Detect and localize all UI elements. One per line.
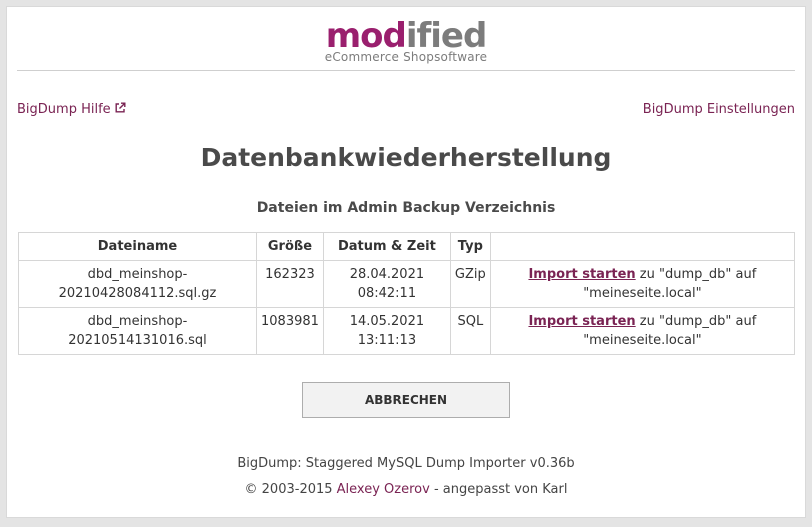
cell-size: 1083981 xyxy=(256,307,324,355)
header-datetime: Datum & Zeit xyxy=(322,232,451,261)
header-divider xyxy=(17,70,795,71)
page-subtitle: Dateien im Admin Backup Verzeichnis xyxy=(256,200,556,216)
action-target: "meineseite.local" xyxy=(583,286,702,301)
cell-date: 28.04.2021 xyxy=(349,267,425,282)
header-action xyxy=(489,232,796,261)
logo: modified eCommerce Shopsoftware xyxy=(7,17,805,64)
action-text: zu "dump_db" auf xyxy=(635,314,757,329)
page-title: Datenbankwiederherstellung xyxy=(200,143,612,172)
cell-datetime: 14.05.2021 13:11:13 xyxy=(322,307,451,355)
footer-copyright: © 2003-2015 Alexey Ozerov - angepasst vo… xyxy=(7,482,805,497)
import-start-link[interactable]: Import starten xyxy=(528,314,635,329)
header-type: Typ xyxy=(449,232,491,261)
copyright-text: © 2003-2015 xyxy=(244,482,337,497)
cell-action: Import starten zu "dump_db" auf "meinesei… xyxy=(489,307,796,355)
filename-line2: 20210428084112.sql.gz xyxy=(58,286,217,301)
table-row: dbd_meinshop-20210514131016.sql 1083981 … xyxy=(18,307,796,355)
cell-time: 13:11:13 xyxy=(357,333,417,348)
cell-date: 14.05.2021 xyxy=(349,314,425,329)
backup-files-table: Dateiname Größe Datum & Zeit Typ dbd_mei… xyxy=(18,232,796,355)
cell-filename: dbd_meinshop- 20210428084112.sql.gz xyxy=(18,260,257,308)
header-size: Größe xyxy=(256,232,324,261)
table-header-row: Dateiname Größe Datum & Zeit Typ xyxy=(18,232,796,261)
footer-version: BigDump: Staggered MySQL Dump Importer v… xyxy=(237,456,575,471)
header-filename: Dateiname xyxy=(18,232,257,261)
cell-size: 162323 xyxy=(256,260,324,308)
copyright-suffix: - angepasst von Karl xyxy=(429,482,568,497)
cell-type: SQL xyxy=(449,307,491,355)
author-link[interactable]: Alexey Ozerov xyxy=(337,482,430,497)
import-start-link[interactable]: Import starten xyxy=(528,267,635,282)
cell-filename: dbd_meinshop-20210514131016.sql xyxy=(18,307,257,355)
bigdump-settings-link[interactable]: BigDump Einstellungen xyxy=(643,102,795,117)
cancel-button[interactable]: ABBRECHEN xyxy=(302,382,510,418)
action-text: zu "dump_db" auf xyxy=(635,267,757,282)
bigdump-help-link[interactable]: BigDump Hilfe xyxy=(17,102,126,118)
main-panel: modified eCommerce Shopsoftware BigDump … xyxy=(6,6,806,518)
action-target: "meineseite.local" xyxy=(583,333,702,348)
cell-datetime: 28.04.2021 08:42:11 xyxy=(322,260,451,308)
cell-action: Import starten zu "dump_db" auf "meinesei… xyxy=(489,260,796,308)
filename-line1: dbd_meinshop- xyxy=(87,267,188,282)
cell-type: GZip xyxy=(449,260,491,308)
table-row: dbd_meinshop- 20210428084112.sql.gz 16232… xyxy=(18,260,796,308)
cell-time: 08:42:11 xyxy=(357,286,417,301)
external-link-icon xyxy=(114,102,126,118)
logo-tagline: eCommerce Shopsoftware xyxy=(324,50,488,64)
bigdump-help-label: BigDump Hilfe xyxy=(17,102,111,117)
